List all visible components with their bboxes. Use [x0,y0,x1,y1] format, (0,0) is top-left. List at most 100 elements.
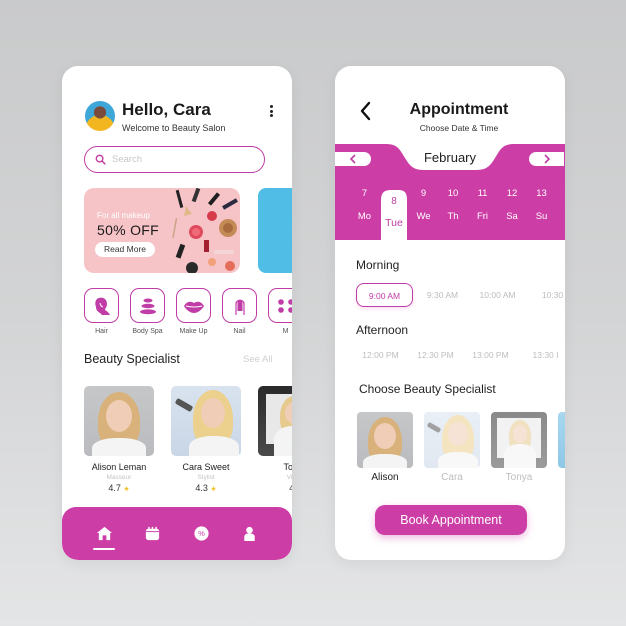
time-slot[interactable]: 10:00 AM [470,283,525,307]
category-body-spa[interactable]: Body Spa [130,288,165,335]
day-item[interactable]: 12 Sa [498,188,527,229]
specialist-role: Masseur [106,474,132,481]
rating-value: 4.7 [108,483,121,493]
specialist-photo [357,412,413,468]
more-vertical-icon[interactable] [267,103,275,119]
profile-icon [244,526,255,542]
specialist-rating: 4. [258,483,292,493]
morning-label: Morning [356,258,400,272]
nail-icon [234,299,245,315]
day-name: Fri [476,211,489,222]
day-name: We [416,211,431,222]
star-icon: ★ [123,486,130,493]
day-number: 13 [536,188,547,199]
category-hair[interactable]: Hair [84,288,119,335]
category-more[interactable]: M [268,288,292,335]
specialist-photo [558,412,565,468]
specialist-picker: Alison Cara Tonya [357,412,565,483]
category-make-up[interactable]: Make Up [176,288,211,335]
specialist-photo [258,386,292,456]
category-label: Nail [233,328,246,335]
nav-home[interactable] [92,520,116,550]
nav-discount[interactable]: % [189,520,213,548]
category-nail[interactable]: Nail [222,288,257,335]
search-bar[interactable] [84,146,265,173]
chevron-right-icon [543,154,550,164]
specialist-card[interactable]: Cara Sweet Stylist 4.3 ★ [171,386,241,493]
spa-stones-icon [139,298,156,314]
time-slot[interactable]: 13:30 I [518,343,565,367]
afternoon-label: Afternoon [356,323,409,337]
next-month-button[interactable] [529,152,564,166]
specialist-name: Tonya [505,472,533,483]
day-name: Mo [357,211,372,222]
category-label: M [282,328,289,335]
time-slot[interactable]: 9:30 AM [415,283,470,307]
day-item-selected[interactable]: 8 Tue [380,188,409,229]
specialist-name: Alison Leman [91,462,147,472]
discount-icon: % [194,526,209,541]
bottom-nav: % [62,507,292,560]
day-list: 7 Mo 8 Tue 9 We 10 Th 11 Fri 12 Sa 13 Su [350,188,556,229]
day-item[interactable]: 13 Su [527,188,556,229]
rating-value: 4. [289,483,292,493]
lips-icon [183,301,204,313]
book-appointment-button[interactable]: Book Appointment [375,505,527,535]
see-all-link[interactable]: See All [243,354,273,365]
specialist-card[interactable]: Alison Leman Masseur 4.7 ★ [84,386,154,493]
day-name: Sa [506,211,518,222]
day-number: 11 [477,188,488,199]
category-label: Body Spa [132,328,163,335]
search-icon [95,154,106,165]
specialist-role: Stylist [197,474,215,481]
day-item[interactable]: 11 Fri [468,188,497,229]
section-title: Beauty Specialist [84,352,180,366]
specialist-option[interactable]: Tonya [491,412,547,483]
appointment-screen: Appointment Choose Date & Time February … [335,66,565,560]
specialist-name: Cara Sweet [182,462,230,472]
avatar[interactable] [85,101,115,131]
time-slot-selected[interactable]: 9:00 AM [356,283,413,307]
day-item[interactable]: 10 Th [439,188,468,229]
time-slot[interactable]: 12:30 PM [408,343,463,367]
active-indicator [93,547,116,550]
specialist-photo [491,412,547,468]
day-item[interactable]: 9 We [409,188,438,229]
specialist-card[interactable]: Tony Visa 4. [258,386,292,493]
hair-icon [94,297,110,315]
category-label: Hair [95,328,108,335]
day-item[interactable]: 7 Mo [350,188,379,229]
specialist-name: Alison [371,472,399,483]
time-slot[interactable]: 13:00 PM [463,343,518,367]
specialist-option-selected[interactable]: Alison [357,412,413,483]
calendar-icon [146,526,160,541]
category-list: Hair Body Spa Make Up Nail M [84,288,292,335]
specialist-photo [171,386,241,456]
greeting: Hello, Cara [122,100,211,119]
morning-slots: 9:00 AM 9:30 AM 10:00 AM 10:30 [356,283,565,307]
home-screen: Hello, Cara Welcome to Beauty Salon For … [62,66,292,560]
specialist-photo [84,386,154,456]
read-more-button[interactable]: Read More [95,242,155,257]
nav-profile[interactable] [238,520,262,548]
home-icon [96,526,112,541]
star-icon: ★ [210,486,217,493]
promo-banner-next[interactable] [258,188,292,273]
svg-text:%: % [198,529,205,538]
time-slot[interactable]: 12:00 PM [353,343,408,367]
banner-subtitle: For all makeup [97,211,150,220]
day-number: 12 [506,188,518,199]
day-name: Su [535,211,548,222]
day-number: 10 [447,188,459,199]
page-subtitle: Choose Date & Time [419,123,499,133]
time-slot[interactable]: 10:30 [525,283,565,307]
specialist-option-partial[interactable] [558,412,565,483]
specialist-photo [424,412,480,468]
specialist-option[interactable]: Cara [424,412,480,483]
search-input[interactable] [112,154,252,165]
nav-calendar[interactable] [141,520,165,548]
promo-banner[interactable]: For all makeup 50% OFF Read More [84,188,240,273]
makeup-products-image [172,188,238,273]
specialist-rating: 4.7 ★ [84,483,154,493]
specialist-name: Tony [283,462,292,472]
